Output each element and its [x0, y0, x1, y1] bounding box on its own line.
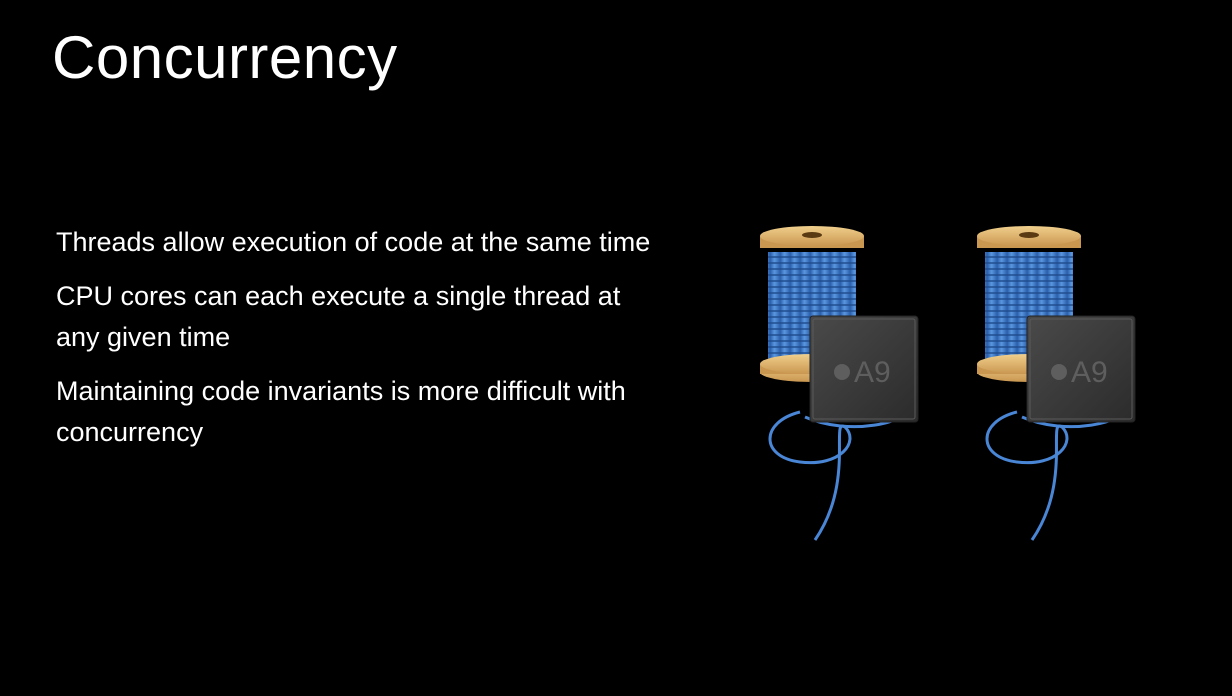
thread-cpu-illustration: A9 A9: [760, 226, 1136, 541]
slide-title: Concurrency: [52, 24, 398, 91]
bullet-item: Maintaining code invariants is more diff…: [56, 376, 626, 447]
chip-label: A9: [854, 356, 891, 389]
cpu-chip-icon: A9: [809, 315, 919, 423]
chip-label: A9: [1071, 356, 1108, 389]
bullet-item: Threads allow execution of code at the s…: [56, 227, 651, 257]
cpu-chip-icon: A9: [1026, 315, 1136, 423]
bullet-list: Threads allow execution of code at the s…: [56, 222, 656, 466]
bullet-item: CPU cores can each execute a single thre…: [56, 281, 621, 352]
